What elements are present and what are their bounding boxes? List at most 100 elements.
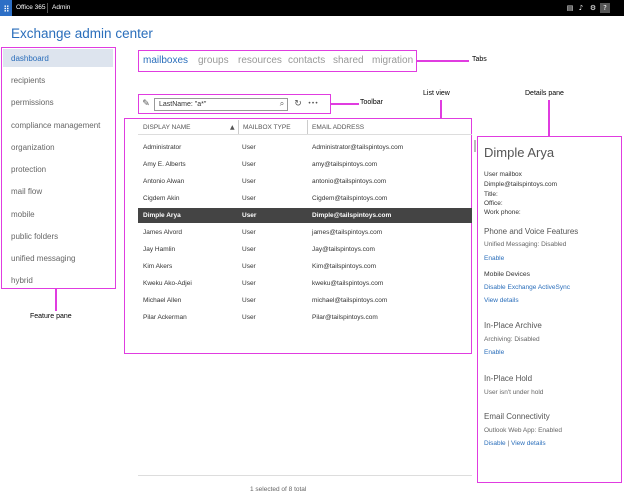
feature-item-public-folders[interactable]: public folders — [11, 232, 58, 241]
cell-mailbox-type: User — [242, 314, 256, 321]
table-row[interactable]: Antonio Alwan User antonio@tailspintoys.co… — [138, 174, 472, 189]
annotation-details-pane: Details pane — [525, 90, 564, 97]
search-icon[interactable]: ⌕ — [276, 97, 288, 111]
owa-view-details-link[interactable]: View details — [511, 440, 546, 447]
hold-heading: In-Place Hold — [484, 374, 533, 383]
annotation-list-view: List view — [423, 90, 450, 97]
list-scrollbar[interactable] — [474, 140, 476, 152]
tab-mailboxes[interactable]: mailboxes — [143, 55, 188, 66]
column-header-mailbox-type[interactable]: MAILBOX TYPE — [243, 124, 291, 131]
cell-email-address: james@tailspintoys.com — [312, 229, 383, 236]
archive-heading: In-Place Archive — [484, 321, 542, 330]
feature-item-permissions[interactable]: permissions — [11, 98, 54, 107]
cell-display-name: Antonio Alwan — [143, 178, 185, 185]
column-header-email-address[interactable]: EMAIL ADDRESS — [312, 124, 364, 131]
tabs-callout-line — [417, 60, 469, 62]
table-row[interactable]: Kim Akers User Kim@tailspintoys.com — [138, 259, 472, 274]
feature-item-mail-flow[interactable]: mail flow — [11, 187, 42, 196]
owa-status: Outlook Web App: Enabled — [484, 427, 562, 434]
tab-groups[interactable]: groups — [198, 55, 229, 66]
mobile-view-details-link[interactable]: View details — [484, 297, 519, 304]
column-header-display-name[interactable]: DISPLAY NAME — [143, 124, 190, 131]
sort-ascending-icon[interactable]: ▲ — [230, 124, 235, 131]
cell-email-address: michael@tailspintoys.com — [312, 297, 388, 304]
details-office-label: Office: — [484, 200, 503, 207]
table-row[interactable]: Pilar Ackerman User Pilar@tailspintoys.com — [138, 310, 472, 325]
annotation-toolbar: Toolbar — [360, 99, 383, 106]
cell-mailbox-type: User — [242, 144, 256, 151]
disable-activesync-link[interactable]: Disable Exchange ActiveSync — [484, 284, 570, 291]
waffle-icon — [3, 4, 9, 12]
feature-item-hybrid[interactable]: hybrid — [11, 276, 33, 285]
link-separator: | — [507, 440, 510, 447]
phone-voice-heading: Phone and Voice Features — [484, 227, 579, 236]
cell-email-address: kweku@tailspintoys.com — [312, 280, 384, 287]
cell-mailbox-type: User — [242, 195, 256, 202]
feature-item-protection[interactable]: protection — [11, 165, 46, 174]
search-input[interactable] — [154, 98, 288, 111]
mobile-devices-heading: Mobile Devices — [484, 271, 531, 278]
product-name[interactable]: Office 365 — [16, 4, 46, 11]
cell-display-name: Kim Akers — [143, 263, 173, 270]
cell-mailbox-type: User — [242, 212, 257, 219]
top-bar — [0, 0, 624, 16]
annotation-tabs: Tabs — [472, 56, 487, 63]
table-row[interactable]: Kweku Ako-Adjei User kweku@tailspintoys.co… — [138, 276, 472, 291]
archive-enable-link[interactable]: Enable — [484, 349, 504, 356]
details-title-label: Title: — [484, 191, 498, 198]
table-row[interactable]: Michael Allen User michael@tailspintoys.co… — [138, 293, 472, 308]
cell-display-name: Michael Allen — [143, 297, 182, 304]
details-kind: User mailbox — [484, 171, 522, 178]
feature-item-unified-messaging[interactable]: unified messaging — [11, 254, 75, 263]
owa-disable-link[interactable]: Disable — [484, 440, 506, 447]
toolbar-callout-line — [331, 103, 359, 105]
feature-item-organization[interactable]: organization — [11, 143, 55, 152]
cell-email-address: Cigdem@tailspintoys.com — [312, 195, 388, 202]
table-row[interactable]: James Alvord User james@tailspintoys.com — [138, 225, 472, 240]
gear-icon[interactable]: ⚙ — [588, 3, 598, 13]
tab-resources[interactable]: resources — [238, 55, 282, 66]
table-row[interactable]: Administrator User Administrator@tailspint… — [138, 140, 472, 155]
notebook-icon[interactable]: ▤ — [565, 3, 575, 13]
hold-status: User isn't under hold — [484, 389, 544, 396]
table-row[interactable]: Jay Hamlin User Jay@tailspintoys.com — [138, 242, 472, 257]
section-name[interactable]: Admin — [52, 4, 70, 11]
cell-mailbox-type: User — [242, 246, 256, 253]
cell-email-address: Kim@tailspintoys.com — [312, 263, 377, 270]
feature-pane-callout-line — [55, 289, 57, 311]
table-row[interactable]: Dimple Arya User Dimple@tailspintoys.com — [138, 208, 472, 223]
footer-divider — [138, 475, 472, 476]
cell-email-address: antonio@tailspintoys.com — [312, 178, 387, 185]
annotation-feature-pane: Feature pane — [30, 313, 72, 320]
cell-mailbox-type: User — [242, 280, 256, 287]
edit-icon[interactable]: ✎ — [140, 97, 152, 111]
more-icon[interactable]: ••• — [305, 97, 321, 111]
bell-icon[interactable]: ♪ — [576, 3, 586, 13]
cell-display-name: Jay Hamlin — [143, 246, 176, 253]
details-name: Dimple Arya — [484, 145, 555, 160]
um-enable-link[interactable]: Enable — [484, 255, 504, 262]
cell-display-name: Cigdem Akin — [143, 195, 180, 202]
app-launcher-button[interactable] — [0, 0, 12, 16]
cell-display-name: Kweku Ako-Adjei — [143, 280, 192, 287]
cell-email-address: Jay@tailspintoys.com — [312, 246, 375, 253]
table-row[interactable]: Cigdem Akin User Cigdem@tailspintoys.com — [138, 191, 472, 206]
tab-shared[interactable]: shared — [333, 55, 364, 66]
cell-display-name: Administrator — [143, 144, 182, 151]
column-divider[interactable] — [307, 120, 308, 134]
tab-contacts[interactable]: contacts — [288, 55, 325, 66]
column-divider[interactable] — [238, 120, 239, 134]
feature-item-recipients[interactable]: recipients — [11, 76, 45, 85]
feature-item-mobile[interactable]: mobile — [11, 210, 35, 219]
selection-status: 1 selected of 8 total — [250, 486, 307, 493]
cell-email-address: Administrator@tailspintoys.com — [312, 144, 404, 151]
cell-display-name: Amy E. Alberts — [143, 161, 186, 168]
feature-item-dashboard[interactable]: dashboard — [11, 54, 49, 63]
refresh-icon[interactable]: ↻ — [292, 97, 304, 111]
tab-migration[interactable]: migration — [372, 55, 413, 66]
table-row[interactable]: Amy E. Alberts User amy@tailspintoys.com — [138, 157, 472, 172]
help-icon[interactable]: ? — [600, 3, 610, 13]
cell-mailbox-type: User — [242, 263, 256, 270]
cell-display-name: Dimple Arya — [143, 212, 181, 219]
feature-item-compliance-management[interactable]: compliance management — [11, 121, 100, 130]
